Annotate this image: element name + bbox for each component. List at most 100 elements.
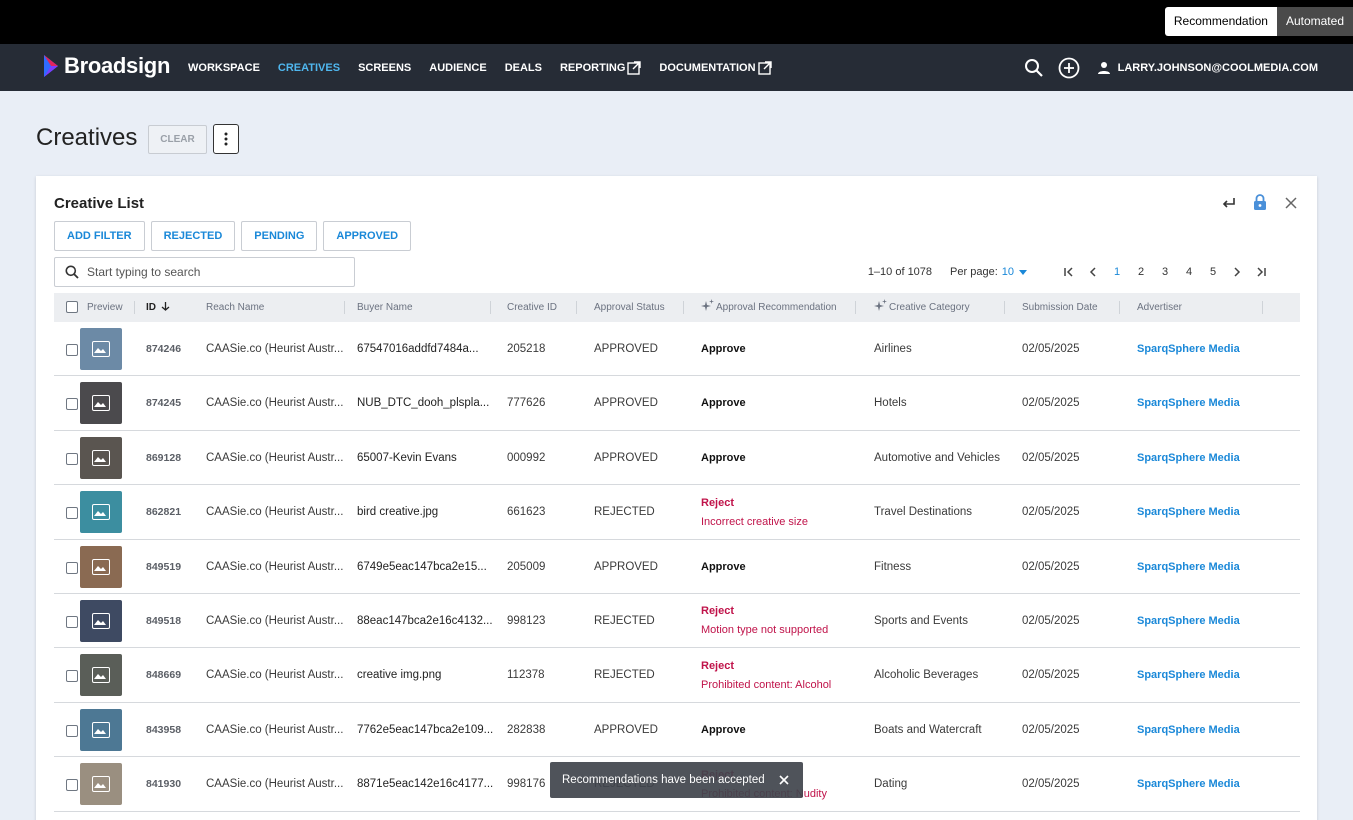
row-checkbox[interactable] (66, 779, 78, 792)
cell-buyer-name: 88eac147bca2e16c4132... (357, 614, 493, 627)
page-number[interactable]: 4 (1177, 266, 1201, 278)
row-checkbox[interactable] (66, 452, 78, 465)
page-number[interactable]: 5 (1201, 266, 1225, 278)
row-checkbox[interactable] (66, 615, 78, 628)
cell-creative-id: 000992 (507, 451, 546, 464)
sort-down-icon (161, 302, 170, 311)
col-advertiser[interactable]: Advertiser (1137, 293, 1182, 322)
nav-item-reporting[interactable]: REPORTING (560, 60, 642, 75)
col-creative-id[interactable]: Creative ID (507, 293, 557, 322)
nav-item-creatives[interactable]: CREATIVES (278, 62, 340, 74)
row-checkbox[interactable] (66, 344, 78, 356)
filter-button-rejected[interactable]: REJECTED (150, 221, 236, 251)
creative-thumbnail[interactable] (80, 708, 122, 751)
creative-thumbnail[interactable] (80, 763, 122, 806)
col-approval-status[interactable]: Approval Status (594, 293, 665, 322)
table-row[interactable]: 874246 CAASie.co (Heurist Austr... 6754701… (54, 322, 1300, 377)
nav-menu: WORKSPACE CREATIVES SCREENS AUDIENCE DEALS RE… (188, 44, 790, 91)
col-buyer-name[interactable]: Buyer Name (357, 293, 413, 322)
filter-button-pending[interactable]: PENDING (241, 221, 318, 251)
toggle-automated[interactable]: Automated (1276, 7, 1353, 36)
table-row[interactable]: 869128 CAASie.co (Heurist Austr... 65007-K… (54, 431, 1300, 486)
creative-thumbnail[interactable] (80, 654, 122, 697)
page-number[interactable]: 3 (1153, 266, 1177, 278)
panel-actions (1206, 194, 1299, 211)
row-checkbox[interactable] (66, 398, 78, 411)
user-email[interactable]: LARRY.JOHNSON@COOLMEDIA.COM (1118, 62, 1318, 74)
last-page-icon[interactable] (1253, 264, 1269, 280)
nav-item-documentation[interactable]: DOCUMENTATION (659, 60, 772, 75)
col-id[interactable]: ID (146, 293, 170, 322)
creative-thumbnail[interactable] (80, 599, 122, 642)
cell-id: 848669 (146, 669, 182, 682)
enter-icon[interactable] (1220, 194, 1237, 211)
user-icon[interactable] (1096, 57, 1112, 79)
table-row[interactable]: 849518 CAASie.co (Heurist Austr... 88eac14… (54, 594, 1300, 649)
table-row[interactable]: 849519 CAASie.co (Heurist Austr... 6749e5e… (54, 540, 1300, 594)
cell-category: Automotive and Vehicles (874, 451, 1000, 464)
row-checkbox[interactable] (66, 670, 78, 683)
chevron-down-icon[interactable] (1019, 269, 1027, 275)
nav-item-audience[interactable]: AUDIENCE (429, 62, 486, 74)
toggle-recommendation[interactable]: Recommendation (1164, 7, 1277, 36)
cell-advertiser-link[interactable]: SparqSphere Media (1137, 594, 1240, 648)
creative-thumbnail[interactable] (80, 328, 122, 370)
external-link-icon (757, 60, 772, 75)
lock-icon[interactable] (1251, 194, 1268, 211)
cell-advertiser-link[interactable]: SparqSphere Media (1137, 376, 1240, 430)
cell-advertiser-link[interactable]: SparqSphere Media (1137, 431, 1240, 485)
creative-thumbnail[interactable] (80, 491, 122, 534)
col-creative-category[interactable]: Creative Category (874, 293, 970, 322)
creative-thumbnail[interactable] (80, 545, 122, 588)
row-checkbox[interactable] (66, 561, 78, 574)
cell-advertiser-link[interactable]: SparqSphere Media (1137, 485, 1240, 539)
page-number[interactable]: 1 (1105, 266, 1129, 278)
brand-logo[interactable]: Broadsign (42, 53, 170, 79)
image-icon (92, 341, 110, 357)
creative-thumbnail[interactable] (80, 382, 122, 425)
cell-advertiser-link[interactable]: SparqSphere Media (1137, 540, 1240, 594)
nav-item-deals[interactable]: DEALS (505, 62, 542, 74)
col-reach-name[interactable]: Reach Name (206, 293, 264, 322)
col-approval-recommendation[interactable]: Approval Recommendation (701, 293, 837, 322)
close-icon[interactable] (1282, 194, 1299, 211)
col-preview: Preview (87, 302, 123, 313)
select-all-checkbox[interactable] (66, 301, 78, 313)
cell-advertiser-link[interactable]: SparqSphere Media (1137, 322, 1240, 376)
search-input[interactable] (87, 265, 327, 279)
filter-button-approved[interactable]: APPROVED (323, 221, 412, 251)
cell-advertiser-link[interactable]: SparqSphere Media (1137, 703, 1240, 757)
row-checkbox[interactable] (66, 724, 78, 737)
nav-item-screens[interactable]: SCREENS (358, 62, 411, 74)
cell-buyer-name: 6749e5eac147bca2e15... (357, 560, 487, 573)
more-options-button[interactable] (213, 124, 239, 154)
cell-recommendation: Reject Motion type not supported (701, 594, 828, 648)
cell-buyer-name: 7762e5eac147bca2e109... (357, 723, 494, 736)
row-checkbox[interactable] (66, 507, 78, 520)
nav-item-label: DOCUMENTATION (659, 61, 756, 74)
cell-submission-date: 02/05/2025 (1022, 451, 1080, 464)
prev-page-icon[interactable] (1085, 264, 1101, 280)
cell-creative-id: 282838 (507, 723, 546, 736)
close-icon[interactable] (777, 773, 791, 787)
table-row[interactable]: 848669 CAASie.co (Heurist Austr... creativ… (54, 648, 1300, 703)
per-page-select[interactable]: 10 (1002, 266, 1014, 278)
page-number[interactable]: 2 (1129, 266, 1153, 278)
cell-recommendation: Approve (701, 451, 746, 464)
table-row[interactable]: 862821 CAASie.co (Heurist Austr... bird cr… (54, 485, 1300, 540)
table-row[interactable]: 843958 CAASie.co (Heurist Austr... 7762e5e… (54, 703, 1300, 758)
add-circle-icon[interactable] (1058, 57, 1080, 79)
filter-button-add-filter[interactable]: ADD FILTER (54, 221, 145, 251)
nav-item-workspace[interactable]: WORKSPACE (188, 62, 260, 74)
creative-thumbnail[interactable] (80, 436, 122, 479)
next-page-icon[interactable] (1229, 264, 1245, 280)
col-submission-date[interactable]: Submission Date (1022, 293, 1098, 322)
table-row[interactable]: 874245 CAASie.co (Heurist Austr... NUB_DTC… (54, 376, 1300, 431)
search-icon[interactable] (1023, 57, 1045, 79)
clear-button[interactable]: CLEAR (148, 125, 207, 154)
recommendation-label: Reject (701, 496, 735, 509)
mode-toggle: Recommendation Automated (1164, 7, 1353, 36)
first-page-icon[interactable] (1061, 264, 1077, 280)
cell-advertiser-link[interactable]: SparqSphere Media (1137, 757, 1240, 811)
cell-advertiser-link[interactable]: SparqSphere Media (1137, 648, 1240, 702)
